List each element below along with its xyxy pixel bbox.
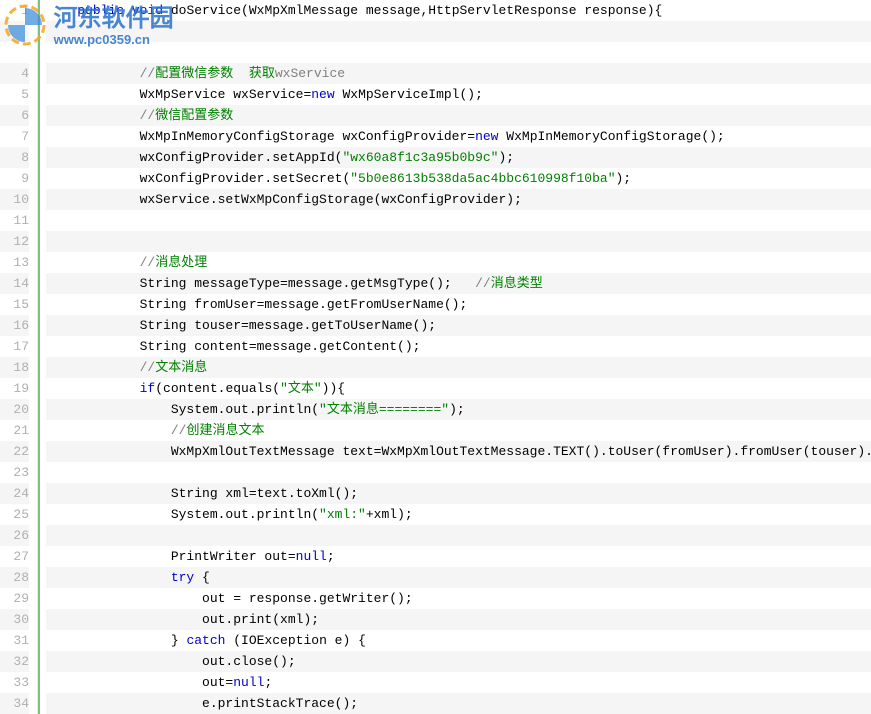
line-number: 8 (0, 147, 29, 168)
line-number: 30 (0, 609, 29, 630)
line-number: 1 (0, 0, 29, 21)
code-content[interactable]: public void doService(WxMpXmlMessage mes… (40, 0, 871, 714)
line-number: 17 (0, 336, 29, 357)
line-number: 11 (0, 210, 29, 231)
line-number: 7 (0, 126, 29, 147)
line-number (0, 42, 29, 63)
code-line[interactable] (46, 231, 871, 252)
line-number: 15 (0, 294, 29, 315)
code-line[interactable]: //微信配置参数 (46, 105, 871, 126)
line-number: 23 (0, 462, 29, 483)
code-line[interactable] (46, 42, 871, 63)
code-line[interactable]: } catch (IOException e) { (46, 630, 871, 651)
line-number: 26 (0, 525, 29, 546)
code-line[interactable]: WxMpService wxService=new WxMpServiceImp… (46, 84, 871, 105)
line-number: 29 (0, 588, 29, 609)
line-number: 5 (0, 84, 29, 105)
code-line[interactable]: wxConfigProvider.setAppId("wx60a8f1c3a95… (46, 147, 871, 168)
line-number: 33 (0, 672, 29, 693)
line-number: 19 (0, 378, 29, 399)
code-line[interactable]: out = response.getWriter(); (46, 588, 871, 609)
line-number: 9 (0, 168, 29, 189)
line-number: 27 (0, 546, 29, 567)
line-number: 24 (0, 483, 29, 504)
code-line[interactable]: if(content.equals("文本")){ (46, 378, 871, 399)
code-line[interactable]: wxService.setWxMpConfigStorage(wxConfigP… (46, 189, 871, 210)
code-line[interactable]: PrintWriter out=null; (46, 546, 871, 567)
code-line[interactable] (46, 210, 871, 231)
code-line[interactable]: out=null; (46, 672, 871, 693)
code-line[interactable]: e.printStackTrace(); (46, 693, 871, 714)
code-line[interactable]: String touser=message.getToUserName(); (46, 315, 871, 336)
code-line[interactable]: String xml=text.toXml(); (46, 483, 871, 504)
code-line[interactable]: //配置微信参数 获取wxService (46, 63, 871, 84)
line-number: 10 (0, 189, 29, 210)
line-number: 21 (0, 420, 29, 441)
code-line[interactable]: System.out.println("文本消息========"); (46, 399, 871, 420)
line-number: 16 (0, 315, 29, 336)
code-line[interactable]: out.close(); (46, 651, 871, 672)
code-line[interactable]: wxConfigProvider.setSecret("5b0e8613b538… (46, 168, 871, 189)
code-line[interactable]: String messageType=message.getMsgType();… (46, 273, 871, 294)
code-line[interactable]: String content=message.getContent(); (46, 336, 871, 357)
code-line[interactable]: out.print(xml); (46, 609, 871, 630)
line-number (0, 21, 29, 42)
code-line[interactable]: System.out.println("xml:"+xml); (46, 504, 871, 525)
code-editor: 1 45678910111213141516171819202122232425… (0, 0, 871, 714)
line-number: 13 (0, 252, 29, 273)
code-line[interactable]: WxMpInMemoryConfigStorage wxConfigProvid… (46, 126, 871, 147)
code-line[interactable]: //文本消息 (46, 357, 871, 378)
code-line[interactable]: public void doService(WxMpXmlMessage mes… (46, 0, 871, 21)
line-number: 34 (0, 693, 29, 714)
code-line[interactable] (46, 21, 871, 42)
code-line[interactable] (46, 525, 871, 546)
line-number: 12 (0, 231, 29, 252)
code-line[interactable]: String fromUser=message.getFromUserName(… (46, 294, 871, 315)
code-line[interactable]: WxMpXmlOutTextMessage text=WxMpXmlOutTex… (46, 441, 871, 462)
code-line[interactable]: //消息处理 (46, 252, 871, 273)
line-number: 18 (0, 357, 29, 378)
line-number: 31 (0, 630, 29, 651)
line-number: 28 (0, 567, 29, 588)
code-line[interactable]: //创建消息文本 (46, 420, 871, 441)
line-number: 22 (0, 441, 29, 462)
code-line[interactable] (46, 462, 871, 483)
line-number: 6 (0, 105, 29, 126)
line-number: 14 (0, 273, 29, 294)
code-line[interactable]: try { (46, 567, 871, 588)
line-number-gutter: 1 45678910111213141516171819202122232425… (0, 0, 38, 714)
line-number: 32 (0, 651, 29, 672)
line-number: 4 (0, 63, 29, 84)
line-number: 25 (0, 504, 29, 525)
line-number: 20 (0, 399, 29, 420)
